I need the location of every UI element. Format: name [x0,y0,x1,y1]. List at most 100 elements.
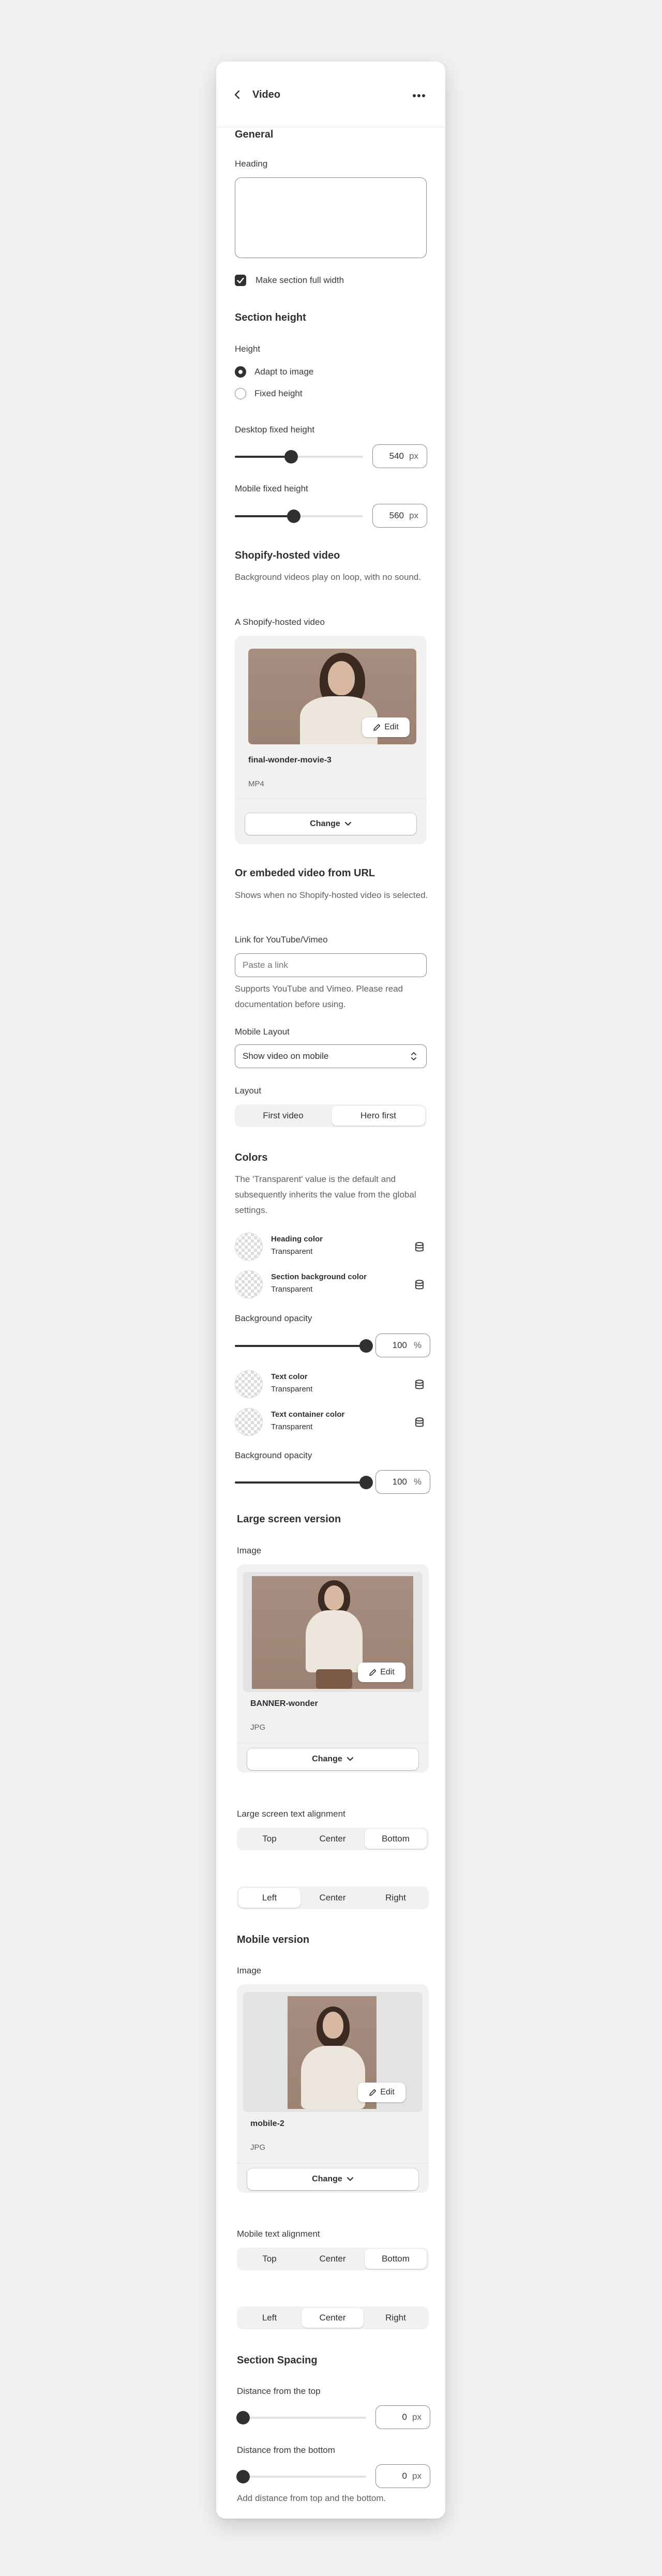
heading-textarea[interactable] [235,177,427,258]
pencil-icon [373,724,381,731]
mobile-image-file-name: mobile-2 [250,2119,284,2128]
slider-thumb[interactable] [287,510,301,523]
mobile-align-h-center[interactable]: Center [302,2308,364,2328]
radio-adapt-label: Adapt to image [254,367,314,377]
desktop-height-input[interactable]: 540 px [372,444,427,468]
large-image-change-button[interactable]: Change [247,1748,418,1770]
large-align-bottom[interactable]: Bottom [365,1829,427,1849]
radio-fixed-height[interactable] [235,388,246,399]
text-container-color-swatch[interactable] [235,1408,263,1436]
database-icon[interactable] [414,1279,425,1291]
database-icon[interactable] [414,1379,425,1390]
bg-opacity-unit-2: % [413,1477,422,1487]
mobile-align-top[interactable]: Top [238,2249,300,2269]
video-link-input[interactable] [235,953,427,977]
slider-thumb[interactable] [359,1339,373,1353]
mobile-image-change-button[interactable]: Change [247,2168,418,2190]
select-arrows-icon [411,1052,416,1060]
large-align-top[interactable]: Top [238,1829,300,1849]
large-align-center[interactable]: Center [302,1829,364,1849]
mobile-height-unit: px [409,511,418,520]
embed-video-title: Or embeded video from URL [235,867,375,879]
text-color-value: Transparent [271,1385,313,1394]
spacing-bottom-input[interactable]: 0 px [375,2464,430,2488]
large-align-h-center[interactable]: Center [302,1888,364,1908]
bg-opacity-label-2: Background opacity [235,1450,312,1460]
embed-video-description: Shows when no Shopify-hosted video is se… [235,890,428,900]
radio-fixed-label: Fixed height [254,388,303,398]
desktop-height-slider[interactable] [235,450,363,463]
mobile-layout-label: Mobile Layout [235,1027,290,1037]
large-align-label: Large screen text alignment [237,1809,345,1819]
section-bg-color-name: Section background color [271,1272,367,1281]
more-button[interactable] [408,85,430,106]
mobile-horizontal-align-control: Left Center Right [237,2307,429,2329]
video-thumbnail[interactable]: Edit [248,649,416,744]
large-image-thumbnail[interactable]: Edit [243,1572,423,1692]
database-icon[interactable] [414,1417,425,1428]
slider-thumb[interactable] [236,2470,250,2483]
mobile-image-change-label: Change [312,2175,342,2183]
mobile-height-value: 560 [389,511,404,520]
shopify-video-description: Background videos play on loop, with no … [235,572,422,582]
spacing-top-unit: px [412,2412,422,2422]
bg-opacity-unit-1: % [413,1340,422,1350]
general-section-title: General [235,129,274,140]
link-label: Link for YouTube/Vimeo [235,935,328,945]
bg-opacity-input-1[interactable]: 100 % [375,1334,430,1357]
mobile-align-bottom[interactable]: Bottom [365,2249,427,2269]
large-image-file-type: JPG [250,1723,266,1732]
mobile-image-thumbnail[interactable]: Edit [243,1992,423,2112]
chevron-down-icon [347,2177,353,2181]
mobile-layout-select[interactable]: Show video on mobile [235,1044,427,1068]
mobile-image-file-type: JPG [250,2143,266,2152]
spacing-top-slider[interactable] [236,2411,366,2424]
mobile-align-center[interactable]: Center [302,2249,364,2269]
bg-opacity-slider-1[interactable] [235,1339,373,1353]
heading-color-value: Transparent [271,1247,313,1256]
section-bg-color-swatch[interactable] [235,1270,263,1298]
back-button[interactable]: Video [234,84,317,105]
database-icon[interactable] [414,1241,425,1253]
text-color-swatch[interactable] [235,1370,263,1398]
chevron-left-icon [234,90,240,99]
mobile-height-input[interactable]: 560 px [372,504,427,528]
bg-opacity-input-2[interactable]: 100 % [375,1470,430,1494]
video-edit-button[interactable]: Edit [362,717,410,737]
video-change-button[interactable]: Change [245,813,416,835]
mobile-height-label: Mobile fixed height [235,484,308,493]
large-align-right[interactable]: Right [365,1888,427,1908]
spacing-top-value: 0 [402,2412,407,2422]
spacing-top-label: Distance from the top [237,2386,321,2396]
spacing-bottom-value: 0 [402,2471,407,2481]
panel-header: Video [216,62,445,127]
heading-color-swatch[interactable] [235,1233,263,1261]
layout-option-first-video[interactable]: First video [236,1106,330,1126]
radio-adapt-to-image[interactable] [235,366,246,378]
spacing-top-input[interactable]: 0 px [375,2405,430,2429]
mobile-image-label: Image [237,1966,262,1975]
video-file-name: final-wonder-movie-3 [248,756,332,765]
settings-panel: Video General Heading Make section full … [216,62,445,2519]
layout-option-hero-first[interactable]: Hero first [332,1106,425,1126]
slider-thumb[interactable] [284,450,298,463]
mobile-image-edit-button[interactable]: Edit [358,2083,405,2102]
full-width-label: Make section full width [255,275,344,285]
mobile-align-right[interactable]: Right [365,2308,427,2328]
full-width-checkbox[interactable] [235,275,246,286]
large-image-change-label: Change [312,1755,342,1763]
slider-thumb[interactable] [236,2411,250,2424]
large-horizontal-align-control: Left Center Right [237,1886,429,1909]
slider-thumb[interactable] [359,1476,373,1489]
chevron-down-icon [344,821,351,826]
bg-opacity-slider-2[interactable] [235,1476,373,1489]
slider-fill [235,456,292,458]
spacing-bottom-slider[interactable] [236,2470,366,2483]
large-align-left[interactable]: Left [238,1888,300,1908]
mobile-align-left[interactable]: Left [238,2308,300,2328]
large-screen-title: Large screen version [237,1514,341,1525]
height-label: Height [235,344,261,354]
bg-opacity-value-2: 100 [392,1477,407,1487]
mobile-height-slider[interactable] [235,510,363,523]
large-image-edit-button[interactable]: Edit [358,1663,405,1682]
